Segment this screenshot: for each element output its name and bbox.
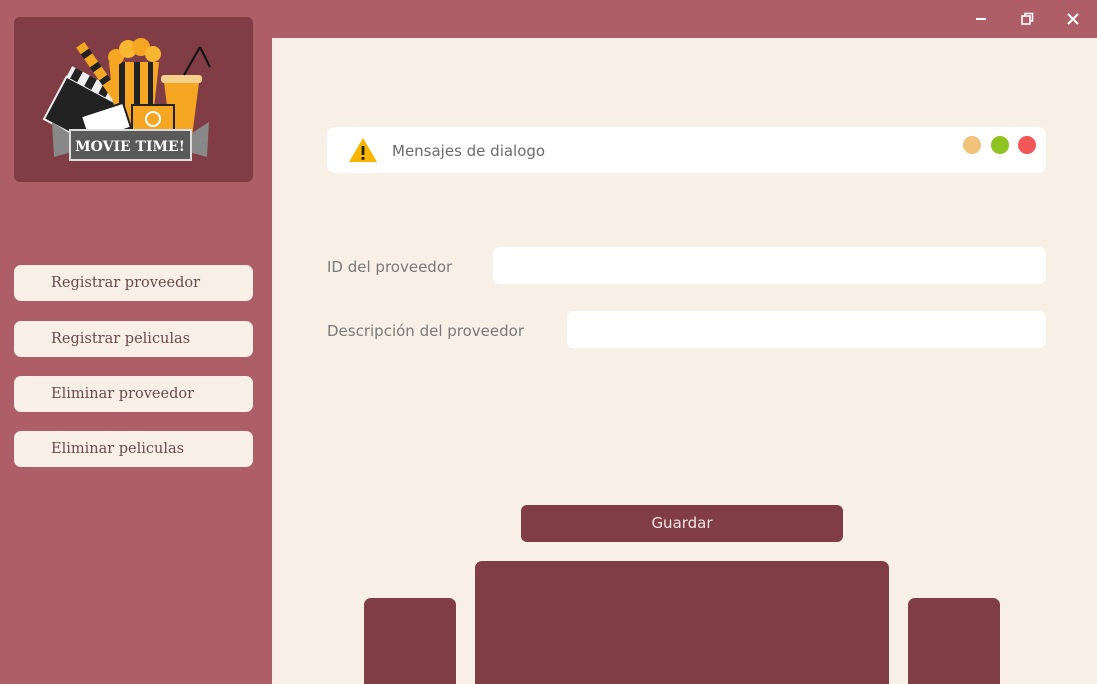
seat-center-decoration	[475, 561, 889, 684]
seat-left-decoration	[364, 598, 456, 684]
minimize-button[interactable]	[970, 9, 992, 29]
seat-right-decoration	[908, 598, 1000, 684]
movie-time-logo-icon: MOVIE TIME!	[42, 38, 211, 161]
guardar-button[interactable]: Guardar	[521, 505, 843, 542]
green-dot-icon[interactable]	[991, 136, 1009, 154]
descripcion-proveedor-label: Descripción del proveedor	[327, 322, 524, 340]
dialog-message-bar: Mensajes de dialogo	[327, 127, 1046, 173]
yellow-dot-icon[interactable]	[963, 136, 981, 154]
close-button[interactable]	[1062, 9, 1084, 29]
warning-icon	[349, 138, 377, 162]
red-dot-icon[interactable]	[1018, 136, 1036, 154]
title-bar	[272, 0, 1097, 38]
restore-icon	[1021, 12, 1034, 25]
restore-button[interactable]	[1016, 9, 1038, 29]
sidebar: MOVIE TIME! Registrar proveedor Registra…	[0, 0, 272, 684]
logo-text: MOVIE TIME!	[75, 139, 185, 155]
id-proveedor-label: ID del proveedor	[327, 258, 453, 276]
sidebar-item-registrar-peliculas[interactable]: Registrar peliculas	[14, 321, 253, 357]
sidebar-item-eliminar-proveedor[interactable]: Eliminar proveedor	[14, 376, 253, 412]
app-logo: MOVIE TIME!	[14, 17, 253, 182]
close-icon	[1067, 13, 1079, 25]
dialog-message-text: Mensajes de dialogo	[392, 142, 546, 160]
minimize-icon	[976, 18, 986, 20]
descripcion-proveedor-input[interactable]	[567, 311, 1046, 348]
sidebar-item-registrar-proveedor[interactable]: Registrar proveedor	[14, 265, 253, 301]
id-proveedor-input[interactable]	[493, 247, 1046, 284]
sidebar-item-eliminar-peliculas[interactable]: Eliminar peliculas	[14, 431, 253, 467]
main-content: Mensajes de dialogo ID del proveedor Des…	[272, 38, 1097, 684]
